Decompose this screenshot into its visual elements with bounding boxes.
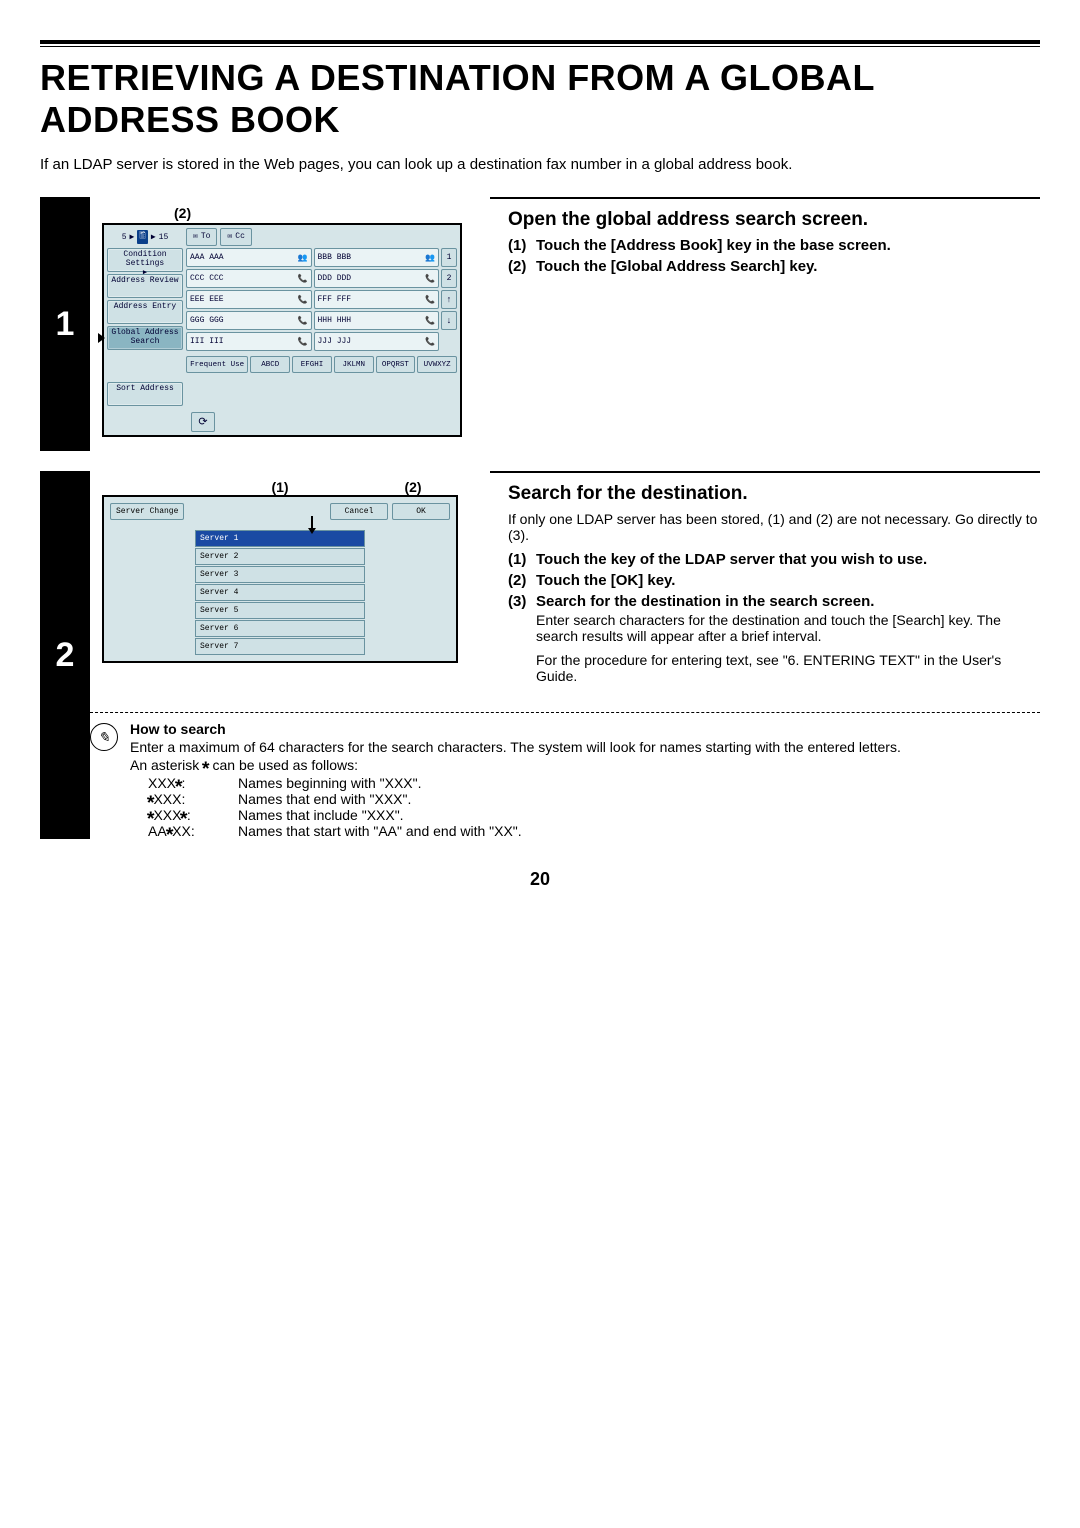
phone-icon: 📞: [425, 274, 435, 284]
filter-jklmn[interactable]: JKLMN: [334, 356, 374, 373]
address-book-screenshot: 5 ▶ 🖺 ▶ 15 Condition Settings▶ Address R…: [102, 223, 462, 437]
contact-cell[interactable]: III III📞: [186, 332, 312, 351]
phone-icon: 📞: [298, 316, 308, 326]
group-icon: 👥: [298, 253, 308, 263]
howto-title: How to search: [130, 721, 901, 737]
refresh-button[interactable]: ⟳: [191, 412, 215, 432]
wildcard-key: AA*XX:: [148, 823, 238, 839]
step2-item3-text: Search for the destination in the search…: [536, 593, 874, 610]
step2-item1-text: Touch the key of the LDAP server that yo…: [536, 551, 927, 568]
phone-icon: 📞: [425, 337, 435, 347]
mail-icon: ✉: [227, 230, 232, 244]
step2-subpara1: Enter search characters for the destinat…: [536, 612, 1040, 644]
filter-opqrst[interactable]: OPQRST: [376, 356, 416, 373]
wildcard-desc: Names that include "XXX".: [238, 807, 404, 823]
filter-uvwxyz[interactable]: UVWXYZ: [417, 356, 457, 373]
sidebar-condition-settings[interactable]: Condition Settings▶: [107, 248, 183, 272]
step1-item1-text: Touch the [Address Book] key in the base…: [536, 237, 891, 254]
server-item[interactable]: Server 6: [195, 620, 365, 637]
server-item[interactable]: Server 4: [195, 584, 365, 601]
server-list-screenshot: Server Change Cancel OK Server 1 Server …: [102, 495, 458, 663]
phone-icon: 📞: [298, 274, 308, 284]
filter-efghi[interactable]: EFGHI: [292, 356, 332, 373]
step1-heading: Open the global address search screen.: [508, 209, 1040, 231]
sidebar-address-entry[interactable]: Address Entry: [107, 300, 183, 324]
contact-cell[interactable]: FFF FFF📞: [314, 290, 440, 309]
sidebar-address-review[interactable]: Address Review: [107, 274, 183, 298]
address-book-counter: 5 ▶ 🖺 ▶ 15: [107, 228, 183, 246]
contact-cell[interactable]: EEE EEE📞: [186, 290, 312, 309]
phone-icon: 📞: [425, 316, 435, 326]
server-list: Server 1 Server 2 Server 3 Server 4 Serv…: [195, 530, 365, 655]
step1-callout-label: (2): [174, 205, 478, 221]
server-item[interactable]: Server 5: [195, 602, 365, 619]
wildcard-key: *XXX:: [148, 791, 238, 807]
callout-arrow-icon: [98, 333, 105, 343]
page-number: 20: [40, 869, 1040, 890]
phone-icon: 📞: [425, 295, 435, 305]
step2-item3-num: (3): [508, 593, 536, 610]
server-item[interactable]: Server 1: [195, 530, 365, 547]
contact-cell[interactable]: JJJ JJJ📞: [314, 332, 440, 351]
note-pencil-icon: ✎: [90, 723, 118, 751]
callout-pointer-icon: [308, 528, 316, 534]
contact-cell[interactable]: DDD DDD📞: [314, 269, 440, 288]
tab-cc[interactable]: ✉ Cc: [220, 228, 251, 246]
wildcard-desc: Names that end with "XXX".: [238, 791, 411, 807]
wildcard-key: *XXX*:: [148, 807, 238, 823]
tab-to[interactable]: ✉ To: [186, 228, 217, 246]
wildcard-key: XXX*:: [148, 775, 238, 791]
howto-line2: An asterisk * can be used as follows:: [130, 757, 901, 773]
scroll-up-button[interactable]: ↑: [441, 290, 457, 309]
sidebar-sort-address[interactable]: Sort Address: [107, 382, 183, 406]
mail-icon: ✉: [193, 230, 198, 244]
page-indicator: 1: [441, 248, 457, 267]
page-indicator: 2: [441, 269, 457, 288]
step-number-2: 2: [40, 471, 90, 839]
step1-item2-num: (2): [508, 258, 536, 275]
sidebar-global-address-search[interactable]: Global Address Search: [107, 326, 183, 350]
step2-item1-num: (1): [508, 551, 536, 568]
phone-icon: 📞: [298, 337, 308, 347]
wildcard-table: XXX*:Names beginning with "XXX". *XXX:Na…: [148, 775, 901, 839]
step1-item1-num: (1): [508, 237, 536, 254]
contact-cell[interactable]: CCC CCC📞: [186, 269, 312, 288]
step2-callout2: (2): [368, 479, 458, 495]
step-number-1: 1: [40, 197, 90, 451]
server-item[interactable]: Server 3: [195, 566, 365, 583]
page-title: RETRIEVING A DESTINATION FROM A GLOBAL A…: [40, 57, 1040, 141]
step2-prenote: If only one LDAP server has been stored,…: [508, 511, 1040, 543]
intro-text: If an LDAP server is stored in the Web p…: [40, 156, 1040, 173]
step2-subpara2: For the procedure for entering text, see…: [536, 652, 1040, 684]
filter-abcd[interactable]: ABCD: [250, 356, 290, 373]
step2-item2-num: (2): [508, 572, 536, 589]
step2-callout1: (1): [102, 479, 368, 495]
howto-line1: Enter a maximum of 64 characters for the…: [130, 739, 901, 755]
filter-frequent-use[interactable]: Frequent Use: [186, 356, 248, 373]
step2-heading: Search for the destination.: [508, 483, 1040, 505]
scroll-down-button[interactable]: ↓: [441, 311, 457, 330]
server-item[interactable]: Server 2: [195, 548, 365, 565]
cancel-button[interactable]: Cancel: [330, 503, 388, 520]
contact-cell[interactable]: GGG GGG📞: [186, 311, 312, 330]
contact-cell[interactable]: BBB BBB👥: [314, 248, 440, 267]
contact-grid: AAA AAA👥 BBB BBB👥 1 CCC CCC📞 DDD DDD📞 2 …: [186, 248, 457, 351]
wildcard-desc: Names that start with "AA" and end with …: [238, 823, 522, 839]
dashed-separator: [90, 712, 1040, 713]
phone-icon: 📞: [298, 295, 308, 305]
server-change-label: Server Change: [110, 503, 184, 520]
server-item[interactable]: Server 7: [195, 638, 365, 655]
group-icon: 👥: [425, 253, 435, 263]
step1-item2-text: Touch the [Global Address Search] key.: [536, 258, 817, 275]
contact-cell[interactable]: AAA AAA👥: [186, 248, 312, 267]
wildcard-desc: Names beginning with "XXX".: [238, 775, 421, 791]
contact-cell[interactable]: HHH HHH📞: [314, 311, 440, 330]
ok-button[interactable]: OK: [392, 503, 450, 520]
step2-item2-text: Touch the [OK] key.: [536, 572, 675, 589]
heading-rule: [40, 40, 1040, 47]
